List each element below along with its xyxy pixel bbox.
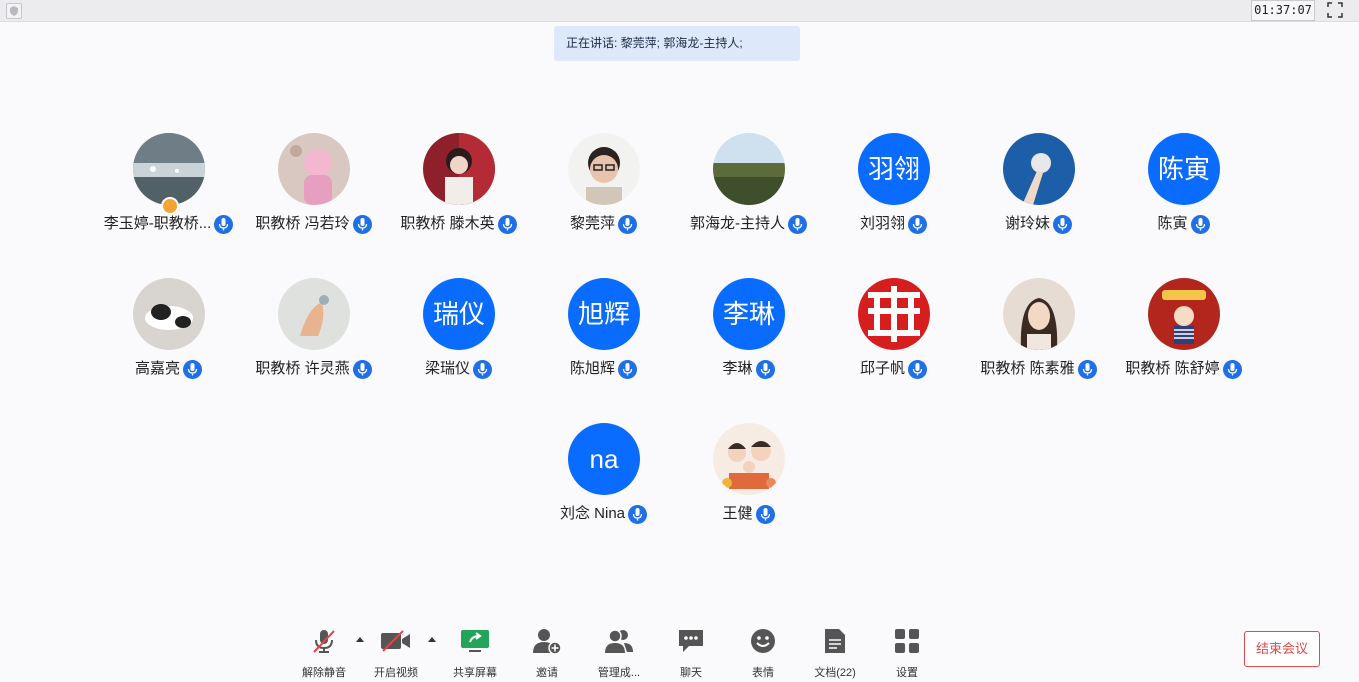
microphone-icon xyxy=(183,359,202,379)
participant-tile[interactable]: 职教桥 许灵燕 xyxy=(241,278,386,388)
participant-tile[interactable]: na 刘念 Nina xyxy=(531,423,676,533)
participant-name: 邱子帆 xyxy=(859,360,905,378)
microphone-icon xyxy=(755,359,775,379)
apps-grid-icon xyxy=(895,629,919,653)
invite-button[interactable]: 邀请 xyxy=(512,620,582,680)
microphone-icon xyxy=(352,214,372,234)
participant-tile[interactable]: 职教桥 冯若玲 xyxy=(241,133,386,243)
participant-name: 职教桥 陈素雅 xyxy=(980,360,1075,378)
document-icon xyxy=(825,629,845,653)
participant-tile[interactable]: 职教桥 滕木英 xyxy=(386,133,531,243)
microphone-icon xyxy=(352,359,372,379)
chat-icon xyxy=(679,630,703,652)
members-icon xyxy=(605,629,633,653)
participant-tile[interactable]: 李琳 李琳 xyxy=(676,278,821,388)
share-screen-icon xyxy=(461,630,489,652)
participant-tile[interactable]: 职教桥 陈素雅 xyxy=(966,278,1111,388)
microphone-icon xyxy=(1077,359,1097,379)
participant-name: 梁瑞仪 xyxy=(424,360,470,378)
emoji-button[interactable]: 表情 xyxy=(728,620,798,680)
participant-tile[interactable]: 谢玲妹 xyxy=(966,133,1111,243)
avatar xyxy=(713,133,785,205)
speaking-indicator: 正在讲话: 黎莞萍; 郭海龙-主持人; xyxy=(554,26,800,61)
participant-name: 谢玲妹 xyxy=(1004,215,1050,233)
participant-tile[interactable]: 旭辉 陈旭辉 xyxy=(531,278,676,388)
participant-name: 陈寅 xyxy=(1157,215,1188,233)
avatar xyxy=(133,133,205,205)
participant-tile[interactable]: 羽翎 刘羽翎 xyxy=(821,133,966,243)
end-meeting-button[interactable]: 结束会议 xyxy=(1244,631,1320,667)
participant-name: 刘念 Nina xyxy=(559,505,626,523)
microphone-icon xyxy=(628,504,648,524)
participant-name: 郭海龙-主持人 xyxy=(690,215,785,233)
microphone-icon xyxy=(1053,214,1072,234)
microphone-icon xyxy=(908,359,927,379)
avatar xyxy=(423,133,495,205)
participant-name: 职教桥 陈舒婷 xyxy=(1125,360,1220,378)
avatar: 陈寅 xyxy=(1148,133,1220,205)
start-video-button[interactable]: 开启视频 xyxy=(361,620,431,680)
participant-tile[interactable]: 黎莞萍 xyxy=(531,133,676,243)
manage-members-button[interactable]: 管理成... xyxy=(584,620,654,680)
meeting-timer: 01:37:07 xyxy=(1251,0,1315,21)
avatar xyxy=(133,278,205,350)
chat-button[interactable]: 聊天 xyxy=(656,620,726,680)
avatar xyxy=(858,278,930,350)
participant-tile[interactable]: 陈寅 陈寅 xyxy=(1111,133,1256,243)
participant-tile[interactable]: 邱子帆 xyxy=(821,278,966,388)
unmute-button[interactable]: 解除静音 xyxy=(289,620,359,680)
participant-name: 李琳 xyxy=(722,360,753,378)
microphone-icon xyxy=(618,359,637,379)
microphone-icon xyxy=(755,504,775,524)
microphone-icon xyxy=(618,214,637,234)
microphone-icon xyxy=(214,214,234,234)
microphone-icon xyxy=(908,214,927,234)
participant-name: 高嘉亮 xyxy=(134,360,180,378)
fullscreen-icon[interactable] xyxy=(1327,2,1343,18)
muted-microphone-icon xyxy=(313,630,335,653)
microphone-icon xyxy=(473,359,492,379)
video-off-icon xyxy=(381,630,410,652)
avatar xyxy=(713,423,785,495)
microphone-icon xyxy=(788,214,807,234)
participant-name: 职教桥 冯若玲 xyxy=(255,215,350,233)
participant-tile[interactable]: 瑞仪 梁瑞仪 xyxy=(386,278,531,388)
avatar: na xyxy=(568,423,640,495)
avatar xyxy=(568,133,640,205)
avatar xyxy=(278,278,350,350)
avatar xyxy=(1003,278,1075,350)
avatar: 李琳 xyxy=(713,278,785,350)
participant-name: 陈旭辉 xyxy=(569,360,615,378)
avatar: 旭辉 xyxy=(568,278,640,350)
documents-button[interactable]: 文档(22) xyxy=(800,620,870,680)
participant-tile[interactable]: 高嘉亮 xyxy=(96,278,241,388)
participant-name: 刘羽翎 xyxy=(859,215,905,233)
settings-button[interactable]: 设置 xyxy=(872,620,942,680)
smile-icon xyxy=(751,629,775,653)
microphone-icon xyxy=(497,214,517,234)
participant-tile[interactable]: 王健 xyxy=(676,423,821,533)
avatar: 羽翎 xyxy=(858,133,930,205)
microphone-icon xyxy=(1190,214,1210,234)
avatar xyxy=(278,133,350,205)
add-user-icon xyxy=(533,629,562,654)
avatar xyxy=(1003,133,1075,205)
participant-name: 李玉婷-职教桥... xyxy=(103,215,212,233)
participant-name: 王健 xyxy=(722,505,753,523)
participant-tile[interactable]: 职教桥 陈舒婷 xyxy=(1111,278,1256,388)
avatar xyxy=(1148,278,1220,350)
title-bar: 01:37:07 xyxy=(0,0,1359,22)
participant-name: 黎莞萍 xyxy=(569,215,615,233)
microphone-icon xyxy=(1222,359,1242,379)
security-shield-icon[interactable] xyxy=(6,3,22,19)
meeting-toolbar: 解除静音 开启视频 共享屏幕 邀请 管理成... 聊天 表情 文档(22) 设置 xyxy=(0,620,1359,682)
participant-name: 职教桥 滕木英 xyxy=(400,215,495,233)
share-screen-button[interactable]: 共享屏幕 xyxy=(440,620,510,680)
participant-tile[interactable]: 郭海龙-主持人 xyxy=(676,133,821,243)
avatar: 瑞仪 xyxy=(423,278,495,350)
video-options-caret-icon[interactable] xyxy=(428,637,436,642)
participant-name: 职教桥 许灵燕 xyxy=(255,360,350,378)
